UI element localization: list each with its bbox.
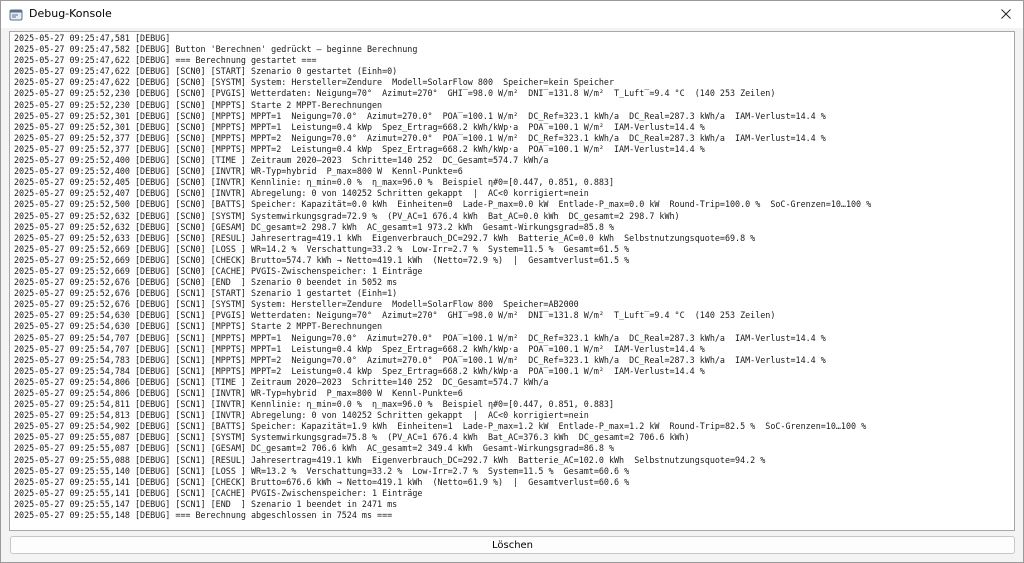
log-line: 2025-05-27 09:25:52,377 [DEBUG] [SCN0] [… — [14, 132, 826, 143]
title-bar[interactable]: Debug-Konsole — [1, 1, 1023, 28]
log-line: 2025-05-27 09:25:54,813 [DEBUG] [SCN1] [… — [14, 410, 589, 421]
log-line: 2025-05-27 09:25:52,500 [DEBUG] [SCN0] [… — [14, 199, 872, 210]
log-line: 2025-05-27 09:25:52,400 [DEBUG] [SCN0] [… — [14, 166, 463, 177]
log-line: 2025-05-27 09:25:54,783 [DEBUG] [SCN1] [… — [14, 354, 826, 365]
log-line: 2025-05-27 09:25:54,806 [DEBUG] [SCN1] [… — [14, 376, 549, 387]
log-lines: 2025-05-27 09:25:47,581 [DEBUG] 2025-05-2… — [10, 32, 1014, 521]
log-line: 2025-05-27 09:25:47,581 [DEBUG] — [14, 33, 171, 43]
log-line: 2025-05-27 09:25:52,633 [DEBUG] [SCN0] [… — [14, 232, 756, 243]
log-line: 2025-05-27 09:25:47,622 [DEBUG] [SCN0] [… — [14, 66, 398, 77]
log-line: 2025-05-27 09:25:54,630 [DEBUG] [SCN1] [… — [14, 321, 383, 332]
log-line: 2025-05-27 09:25:54,784 [DEBUG] [SCN1] [… — [14, 365, 705, 376]
log-line: 2025-05-27 09:25:52,230 [DEBUG] [SCN0] [… — [14, 88, 776, 99]
log-line: 2025-05-27 09:25:47,582 [DEBUG] Button '… — [14, 44, 418, 55]
log-line: 2025-05-27 09:25:52,669 [DEBUG] [SCN0] [… — [14, 243, 630, 254]
log-line: 2025-05-27 09:25:54,707 [DEBUG] [SCN1] [… — [14, 343, 705, 354]
log-line: 2025-05-27 09:25:52,632 [DEBUG] [SCN0] [… — [14, 210, 680, 221]
log-line: 2025-05-27 09:25:55,140 [DEBUG] [SCN1] [… — [14, 465, 630, 476]
log-line: 2025-05-27 09:25:55,147 [DEBUG] [SCN1] [… — [14, 498, 398, 509]
log-line: 2025-05-27 09:25:47,622 [DEBUG] === Bere… — [14, 55, 317, 66]
log-line: 2025-05-27 09:25:54,630 [DEBUG] [SCN1] [… — [14, 310, 776, 321]
log-line: 2025-05-27 09:25:52,676 [DEBUG] [SCN0] [… — [14, 277, 398, 288]
log-line: 2025-05-27 09:25:52,400 [DEBUG] [SCN0] [… — [14, 155, 549, 166]
close-button[interactable] — [995, 4, 1017, 24]
log-line: 2025-05-27 09:25:52,377 [DEBUG] [SCN0] [… — [14, 143, 705, 154]
log-line: 2025-05-27 09:25:47,622 [DEBUG] [SCN0] [… — [14, 77, 615, 88]
log-line: 2025-05-27 09:25:52,301 [DEBUG] [SCN0] [… — [14, 121, 705, 132]
log-line: 2025-05-27 09:25:55,141 [DEBUG] [SCN1] [… — [14, 487, 423, 498]
log-line: 2025-05-27 09:25:55,088 [DEBUG] [SCN1] [… — [14, 454, 766, 465]
debug-console-window: Debug-Konsole 2025-05-27 09:25:47,581 [D… — [0, 0, 1024, 563]
log-line: 2025-05-27 09:25:52,669 [DEBUG] [SCN0] [… — [14, 265, 423, 276]
log-line: 2025-05-27 09:25:52,405 [DEBUG] [SCN0] [… — [14, 177, 615, 188]
log-line: 2025-05-27 09:25:52,669 [DEBUG] [SCN0] [… — [14, 254, 630, 265]
log-line: 2025-05-27 09:25:55,087 [DEBUG] [SCN1] [… — [14, 432, 690, 443]
log-line: 2025-05-27 09:25:54,811 [DEBUG] [SCN1] [… — [14, 399, 615, 410]
close-icon — [1001, 9, 1011, 19]
clear-button[interactable]: Löschen — [10, 536, 1015, 554]
log-line: 2025-05-27 09:25:54,806 [DEBUG] [SCN1] [… — [14, 388, 463, 398]
log-line: 2025-05-27 09:25:52,407 [DEBUG] [SCN0] [… — [14, 188, 589, 199]
log-line: 2025-05-27 09:25:52,632 [DEBUG] [SCN0] [… — [14, 221, 615, 232]
log-line: 2025-05-27 09:25:52,676 [DEBUG] [SCN1] [… — [14, 299, 579, 310]
log-line: 2025-05-27 09:25:55,141 [DEBUG] [SCN1] [… — [14, 476, 630, 487]
log-line: 2025-05-27 09:25:54,902 [DEBUG] [SCN1] [… — [14, 421, 867, 432]
log-line: 2025-05-27 09:25:54,707 [DEBUG] [SCN1] [… — [14, 332, 826, 343]
log-output[interactable]: 2025-05-27 09:25:47,581 [DEBUG] 2025-05-2… — [9, 31, 1015, 531]
log-line: 2025-05-27 09:25:52,301 [DEBUG] [SCN0] [… — [14, 110, 826, 121]
debug-window-icon — [9, 7, 23, 21]
log-line: 2025-05-27 09:25:52,676 [DEBUG] [SCN1] [… — [14, 288, 398, 299]
window-title: Debug-Konsole — [29, 7, 112, 20]
log-line: 2025-05-27 09:25:55,087 [DEBUG] [SCN1] [… — [14, 443, 615, 454]
log-line: 2025-05-27 09:25:55,148 [DEBUG] === Bere… — [14, 510, 393, 521]
log-line: 2025-05-27 09:25:52,230 [DEBUG] [SCN0] [… — [14, 99, 383, 110]
